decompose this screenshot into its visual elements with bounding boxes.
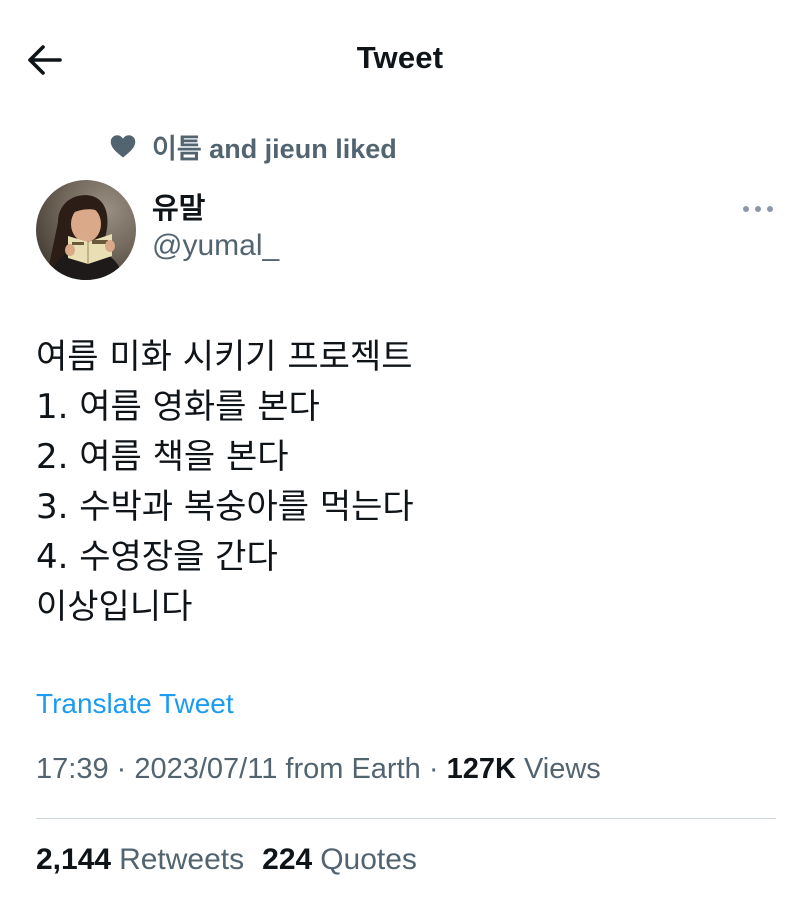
header: Tweet [0, 0, 800, 118]
meta-separator: · [420, 753, 447, 785]
tweet-stats: 2,144 Retweets 224 Quotes [36, 843, 417, 877]
avatar-image [36, 180, 136, 280]
heart-icon [110, 135, 136, 158]
tweet-detail-page: Tweet 이틈 and jieun liked 유말 @yumal_ 여름 미… [0, 0, 800, 904]
more-horizontal-icon [743, 206, 773, 212]
social-context[interactable]: 이틈 and jieun liked [108, 126, 397, 166]
views-count: 127K [446, 753, 516, 785]
author-name[interactable]: 유말 [152, 185, 205, 227]
meta-separator: · [108, 753, 135, 785]
translate-tweet-link[interactable]: Translate Tweet [36, 688, 234, 720]
tweet-date-source[interactable]: 2023/07/11 from Earth [134, 753, 420, 785]
tweet-line: 4. 수영장을 간다 [36, 537, 278, 577]
tweet-line: 이상입니다 [36, 587, 193, 627]
tweet-line: 3. 수박과 복숭아를 먹는다 [36, 487, 414, 527]
social-context-text: 이틈 and jieun liked [152, 133, 397, 164]
quotes-stat[interactable]: 224 Quotes [262, 843, 417, 877]
page-title: Tweet [356, 40, 444, 75]
more-options-button[interactable] [738, 196, 778, 222]
quotes-label: Quotes [320, 843, 417, 876]
retweets-label: Retweets [119, 843, 245, 876]
retweets-count: 2,144 [36, 843, 112, 876]
tweet-line: 2. 여름 책을 본다 [36, 437, 289, 477]
tweet-text: 여름 미화 시키기 프로젝트 1. 여름 영화를 본다 2. 여름 책을 본다 … [36, 332, 756, 632]
tweet-metadata: 17:39 · 2023/07/11 from Earth · 127K Vie… [36, 753, 601, 786]
divider [36, 818, 776, 819]
retweets-stat[interactable]: 2,144 Retweets [36, 843, 244, 877]
tweet-line: 여름 미화 시키기 프로젝트 [36, 337, 413, 377]
views-label: Views [523, 753, 601, 785]
tweet-time[interactable]: 17:39 [36, 753, 109, 785]
avatar[interactable] [36, 180, 136, 280]
tweet-line: 1. 여름 영화를 본다 [36, 387, 320, 427]
author-handle[interactable]: @yumal_ [152, 229, 279, 263]
quotes-count: 224 [262, 843, 313, 876]
